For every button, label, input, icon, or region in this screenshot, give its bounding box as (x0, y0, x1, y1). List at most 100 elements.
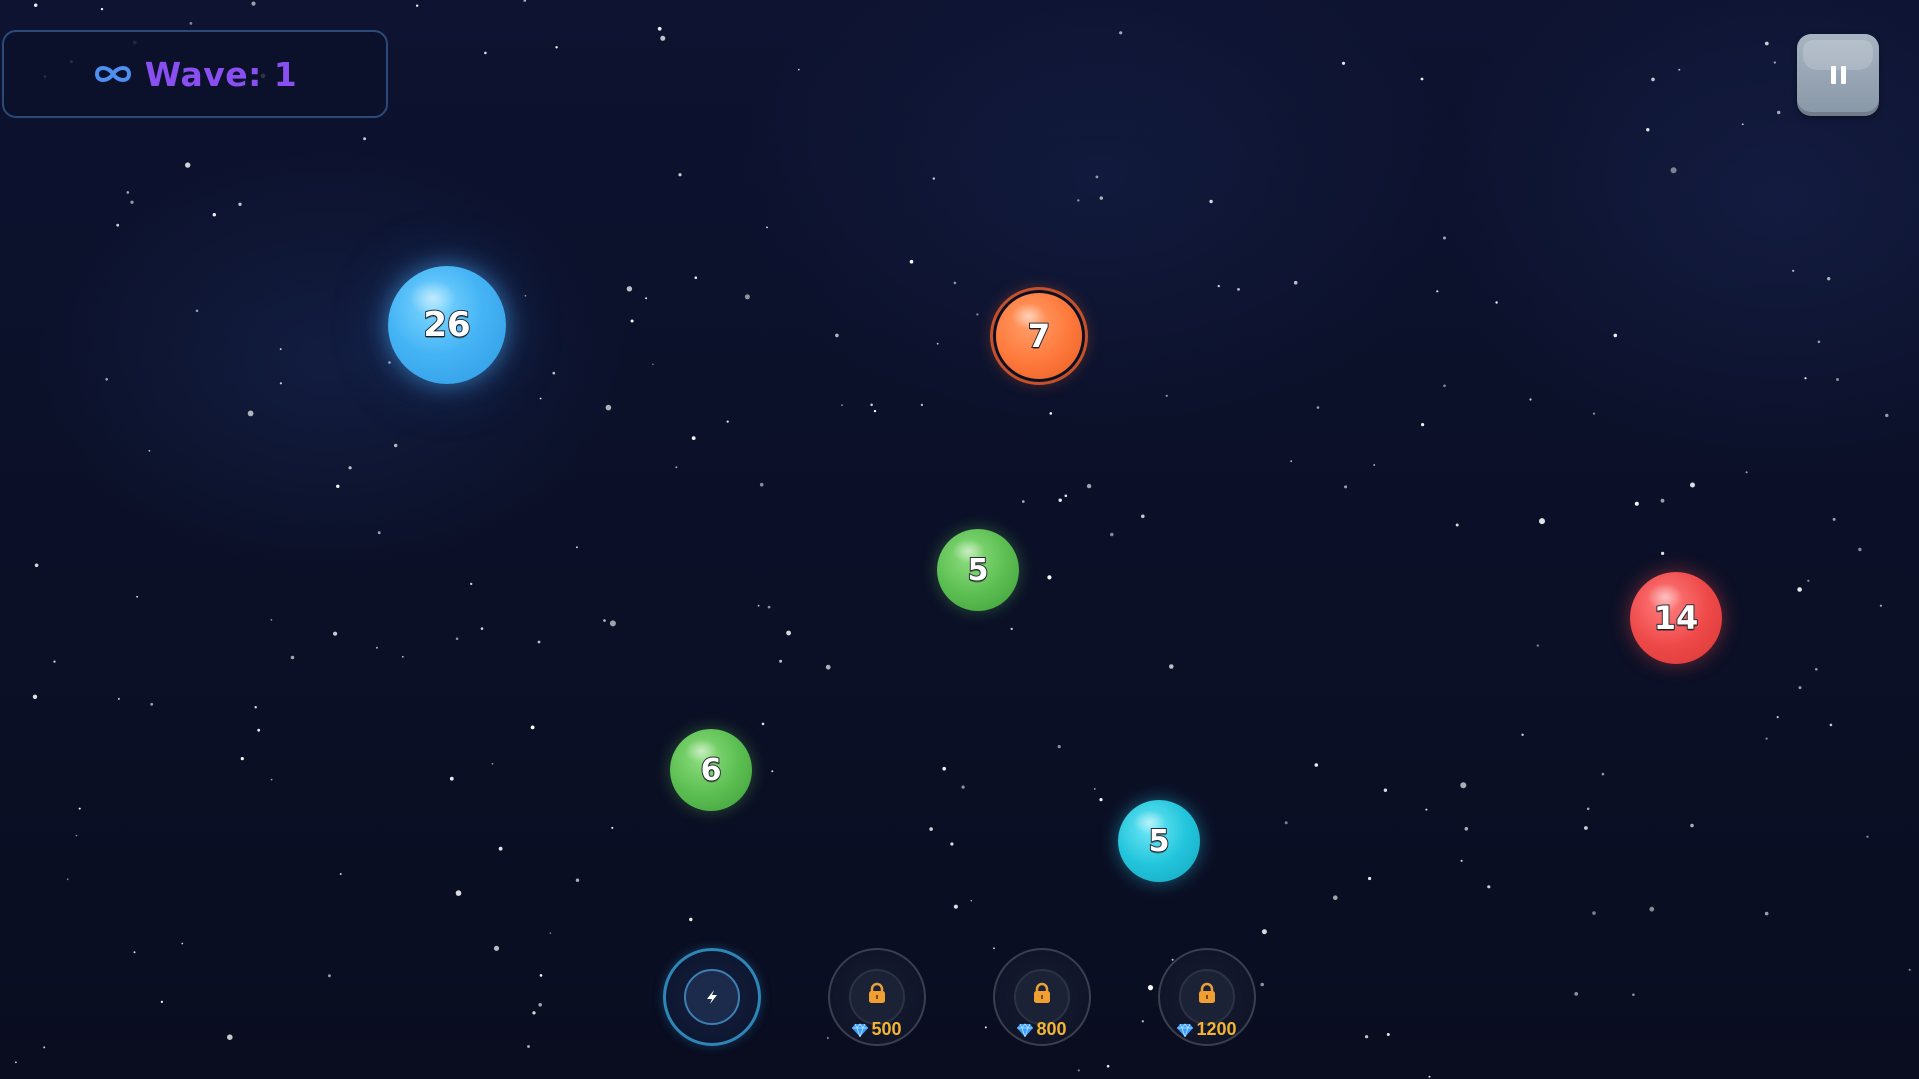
lock-icon (1199, 982, 1215, 1003)
star (1634, 501, 1639, 506)
star (34, 3, 38, 7)
ball-value: 6 (700, 752, 723, 789)
lock-icon (1034, 982, 1050, 1003)
star (1646, 128, 1650, 132)
star (1592, 412, 1596, 415)
star (539, 397, 542, 400)
star (953, 281, 957, 285)
star (909, 259, 914, 264)
cost-value: 500 (871, 1019, 902, 1039)
star (1217, 284, 1221, 288)
star (779, 659, 783, 663)
star (136, 595, 139, 598)
star (1908, 968, 1911, 971)
cost-value: 800 (1036, 1019, 1067, 1039)
star (1765, 737, 1768, 740)
star (1443, 236, 1446, 240)
star (1829, 723, 1833, 727)
star (1832, 517, 1836, 521)
ability-slot-locked[interactable]: 800 (993, 948, 1091, 1046)
star (363, 137, 367, 141)
star (336, 484, 340, 488)
star (1420, 77, 1424, 81)
star (227, 1034, 233, 1040)
star (455, 890, 462, 896)
star (1678, 68, 1681, 71)
star (798, 68, 800, 71)
star (1077, 1069, 1080, 1072)
star (1817, 340, 1821, 344)
ball[interactable]: 6 (670, 729, 752, 811)
star (652, 363, 654, 366)
cost-value: 1200 (1196, 1019, 1237, 1039)
star (1764, 41, 1769, 46)
star (1586, 807, 1590, 811)
star (1495, 301, 1498, 304)
ability-slot-locked[interactable]: 500 (828, 948, 926, 1046)
star (1057, 745, 1061, 749)
star (1792, 269, 1795, 272)
star (43, 1046, 46, 1049)
ball[interactable]: 26 (388, 266, 506, 384)
star (532, 1011, 536, 1015)
star (1368, 876, 1372, 881)
star (552, 371, 556, 375)
star (34, 563, 39, 568)
ball-value: 5 (967, 552, 990, 589)
star (1022, 500, 1025, 503)
ability-lightning-button[interactable] (663, 948, 761, 1046)
star (1284, 821, 1288, 825)
ability-slot-locked[interactable]: 1200 (1158, 948, 1256, 1046)
star (1383, 788, 1388, 792)
star (327, 974, 331, 978)
star (1601, 772, 1605, 776)
star (767, 605, 771, 609)
ball[interactable]: 14 (1630, 572, 1722, 664)
star (1798, 686, 1802, 690)
star (333, 631, 338, 636)
star (726, 420, 729, 423)
star (1165, 394, 1168, 397)
star (870, 403, 873, 407)
star (1879, 604, 1882, 607)
star (189, 22, 193, 25)
star (1866, 835, 1869, 838)
pause-button[interactable] (1797, 34, 1879, 116)
star (1314, 763, 1319, 767)
game-screen[interactable]: Wave: 1 26 7 5 14 6 5 500 800 1200 (0, 0, 1919, 1079)
star (254, 706, 257, 709)
star (126, 191, 130, 194)
star (394, 443, 398, 448)
star (1745, 471, 1748, 474)
star (1260, 982, 1264, 987)
star (766, 226, 768, 229)
ball[interactable]: 7 (996, 293, 1082, 379)
star (1827, 277, 1831, 281)
star (1797, 587, 1802, 592)
star (761, 722, 765, 726)
star (1670, 167, 1677, 174)
star (1344, 485, 1348, 489)
star (1885, 413, 1889, 418)
star (1428, 1075, 1431, 1078)
star (1099, 196, 1104, 200)
star (416, 4, 419, 7)
star (449, 776, 454, 781)
star (491, 763, 494, 765)
star (116, 223, 120, 227)
star (825, 664, 831, 670)
star (1095, 175, 1099, 179)
ball[interactable]: 5 (937, 529, 1019, 611)
ball[interactable]: 5 (1118, 800, 1200, 882)
star (375, 646, 378, 649)
star (148, 449, 151, 452)
star (270, 619, 273, 621)
star (1455, 523, 1459, 527)
star (1487, 885, 1491, 889)
star (575, 878, 580, 882)
star (609, 620, 616, 627)
star (470, 582, 473, 586)
gem-icon (1177, 1022, 1194, 1037)
ability-cost: 1200 (1160, 1019, 1254, 1040)
star (1110, 532, 1114, 537)
